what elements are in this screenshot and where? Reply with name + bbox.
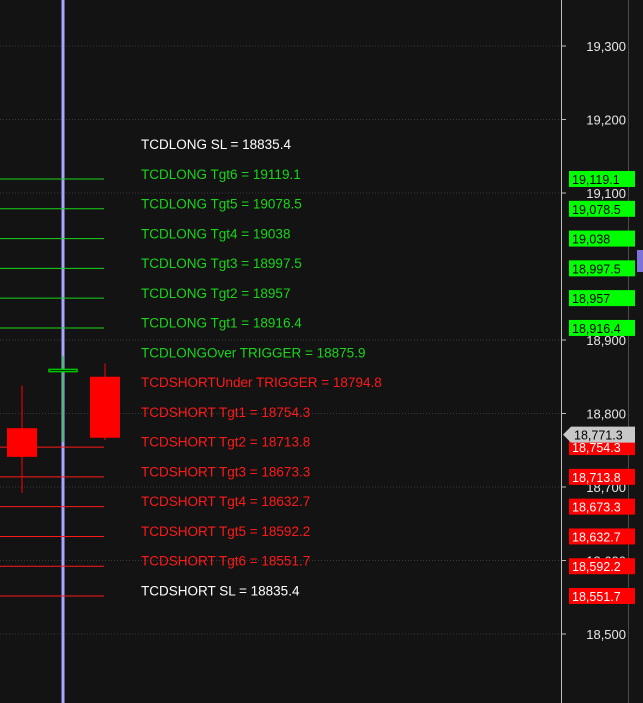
y-tick-label: 19,300 (586, 39, 626, 54)
scroll-handle[interactable] (637, 250, 643, 272)
y-tick-label: 19,200 (586, 113, 626, 128)
price-badge-label: 18,754.3 (572, 441, 621, 455)
price-badge-label: 19,119.1 (572, 173, 620, 187)
level-label: TCDSHORT SL = 18835.4 (141, 583, 300, 598)
price-badge-label: 18,997.5 (572, 262, 621, 276)
level-label: TCDLONG Tgt3 = 18997.5 (141, 256, 302, 271)
y-tick-label: 19,100 (586, 186, 626, 201)
level-label: TCDSHORT Tgt3 = 18673.3 (141, 464, 310, 479)
price-badge-label: 18,713.8 (572, 471, 621, 485)
y-tick-label: 18,500 (586, 627, 626, 642)
last-price-label: 18,771.3 (574, 429, 623, 443)
price-chart[interactable]: 19,30019,20019,10018,90018,80018,70018,6… (0, 0, 643, 703)
price-badge-label: 19,038 (572, 233, 610, 247)
level-label: TCDSHORTUnder TRIGGER = 18794.8 (141, 375, 382, 390)
level-label: TCDSHORT Tgt4 = 18632.7 (141, 494, 310, 509)
level-label: TCDLONG Tgt1 = 18916.4 (141, 316, 302, 331)
chart-window: 19,30019,20019,10018,90018,80018,70018,6… (0, 0, 643, 703)
candle-body (7, 428, 37, 457)
level-label: TCDLONG Tgt6 = 19119.1 (141, 167, 301, 182)
level-label: TCDSHORT Tgt6 = 18551.7 (141, 554, 310, 569)
price-badge-label: 18,673.3 (572, 501, 621, 515)
level-label: TCDSHORT Tgt5 = 18592.2 (141, 524, 310, 539)
level-label: TCDLONG Tgt4 = 19038 (141, 226, 290, 241)
price-badge-label: 18,592.2 (572, 560, 621, 574)
price-badge-label: 18,957 (572, 292, 610, 306)
level-label: TCDLONG SL = 18835.4 (141, 137, 291, 152)
level-label: TCDLONG Tgt5 = 19078.5 (141, 197, 302, 212)
price-badge-label: 18,632.7 (572, 530, 621, 544)
price-badge-label: 18,551.7 (572, 590, 621, 604)
level-label: TCDLONG Tgt2 = 18957 (141, 286, 290, 301)
price-badge-label: 18,916.4 (572, 322, 621, 336)
level-label: TCDLONGOver TRIGGER = 18875.9 (141, 345, 365, 360)
candle-body (48, 368, 78, 373)
level-label: TCDSHORT Tgt2 = 18713.8 (141, 435, 310, 450)
price-badge-label: 19,078.5 (572, 203, 621, 217)
y-tick-label: 18,800 (586, 407, 626, 422)
candle-body (90, 376, 120, 438)
level-label: TCDSHORT Tgt1 = 18754.3 (141, 405, 310, 420)
